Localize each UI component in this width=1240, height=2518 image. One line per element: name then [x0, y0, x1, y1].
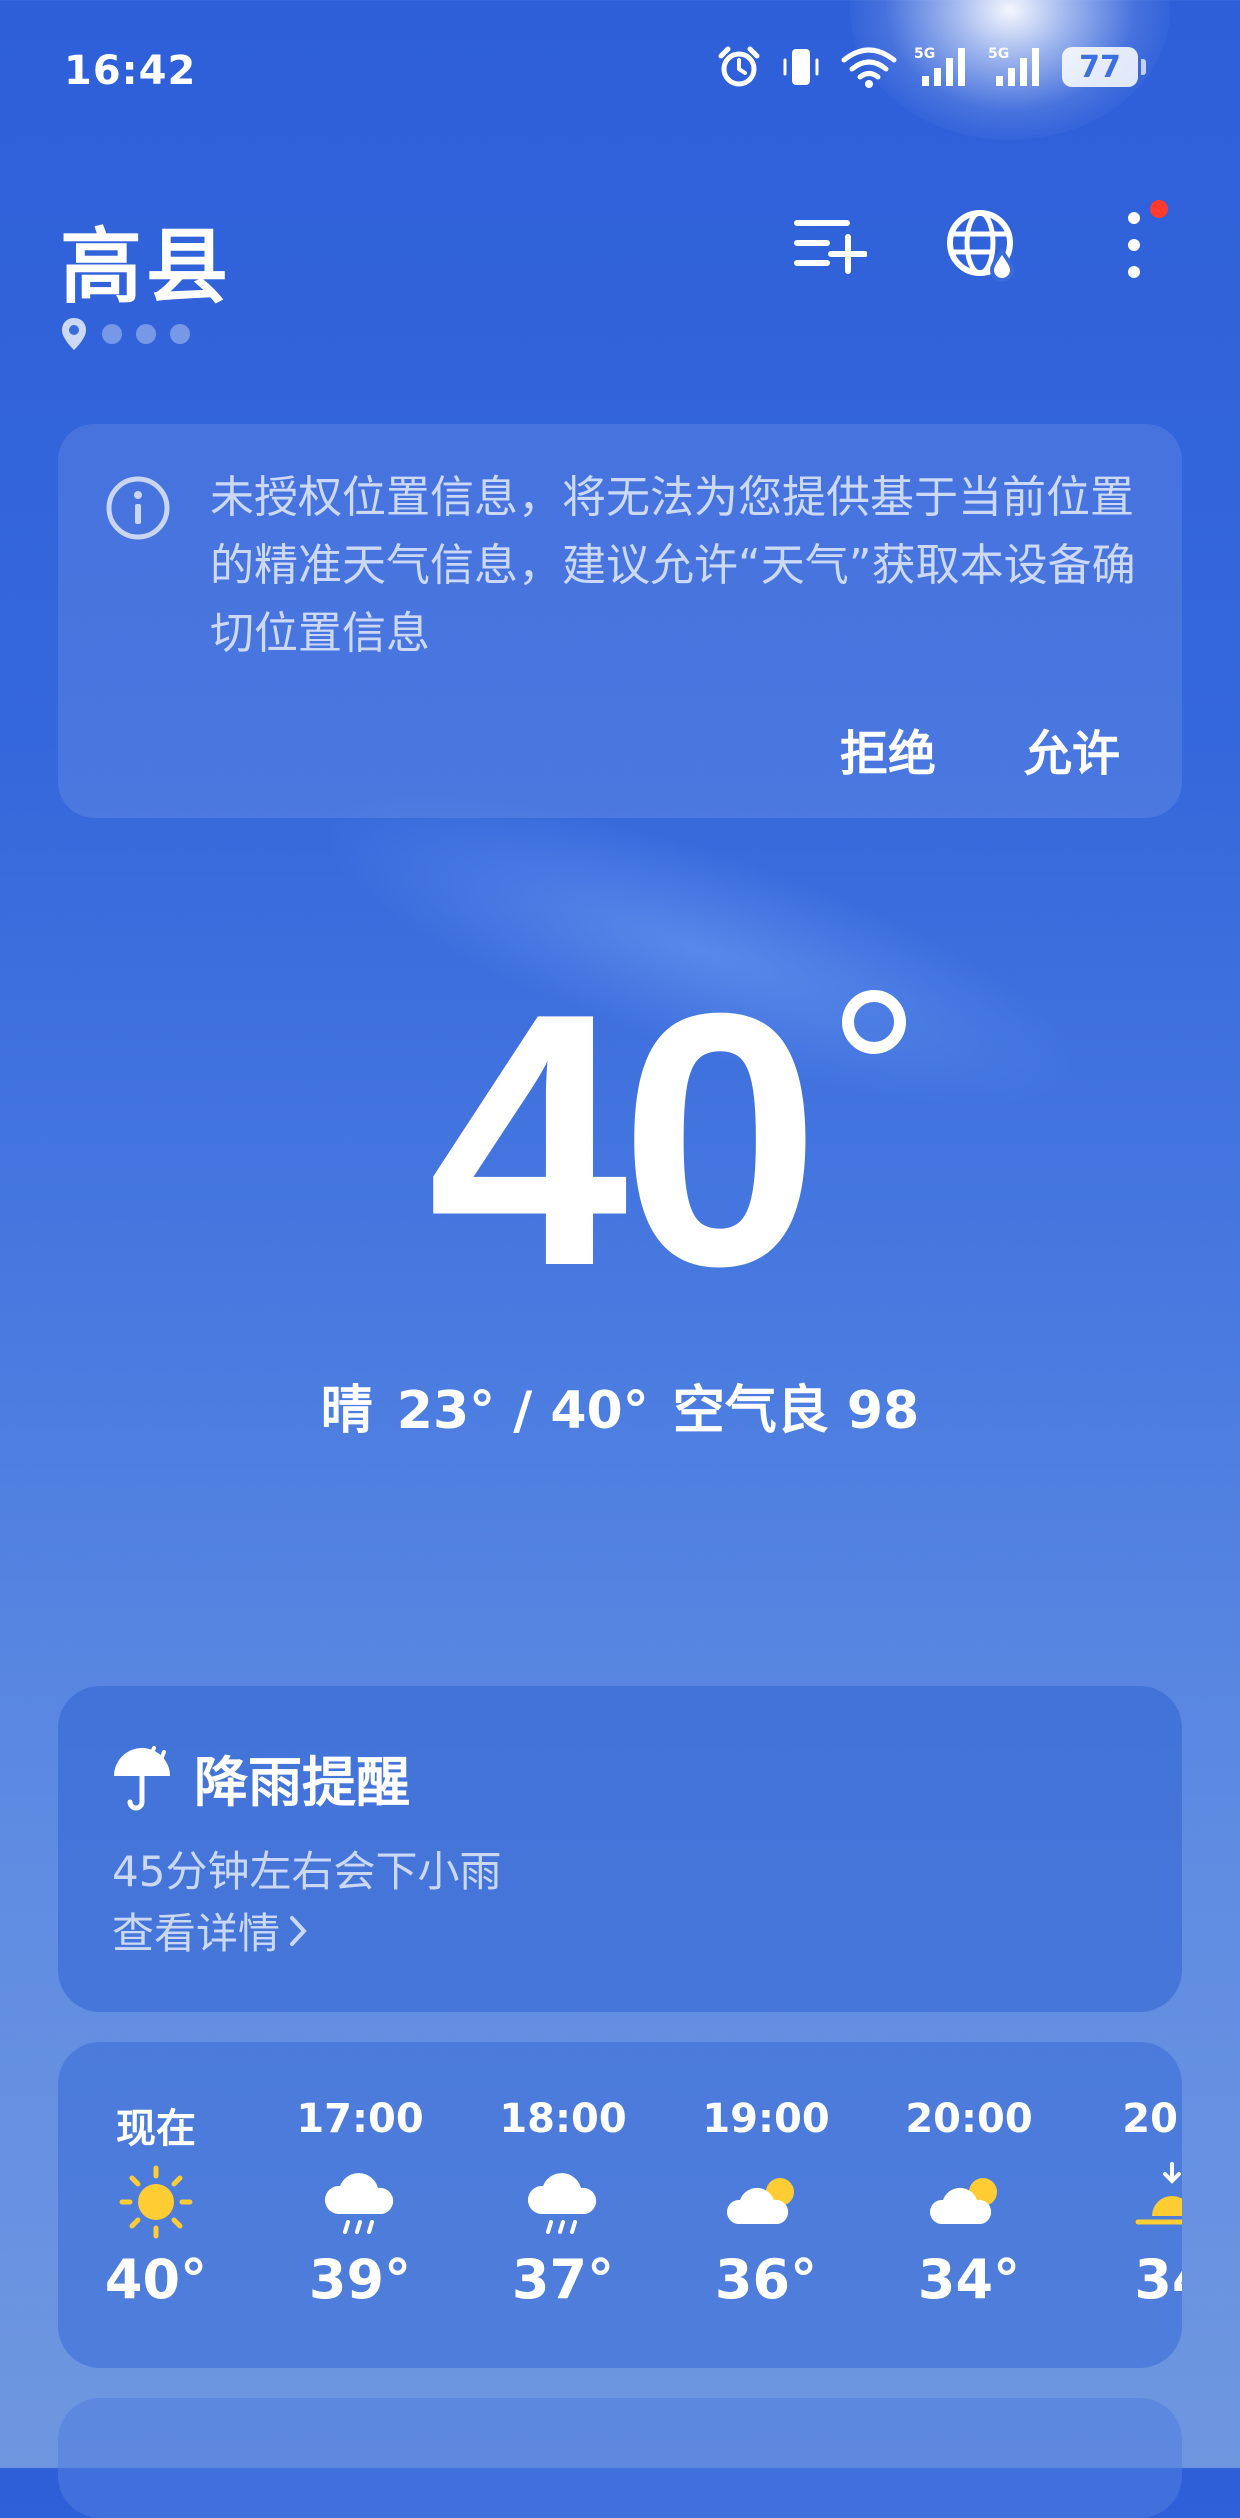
deny-button[interactable]: 拒绝: [840, 714, 936, 784]
view-details-label: 查看详情: [112, 1909, 281, 1958]
umbrella-icon: [114, 1745, 170, 1810]
list-add-icon: [794, 220, 867, 274]
hour-time: 现在: [116, 2106, 196, 2152]
sunset-icon: [1135, 2162, 1182, 2225]
header-actions: [790, 200, 1174, 290]
rain-alert-description: 45分钟左右会下小雨: [112, 1847, 502, 1896]
more-vertical-icon: [1128, 212, 1140, 278]
current-temperature: 40: [0, 960, 1240, 1320]
signal-5g-icon: 5G: [914, 46, 965, 86]
svg-text:5G: 5G: [914, 46, 935, 62]
hourly-forecast-card[interactable]: 现在 40° 17:00 39° 18:00 37° 19:00 36° 20:…: [58, 2042, 1182, 2368]
globe-rain-icon: [947, 210, 1015, 282]
chevron-right-icon: [290, 1915, 307, 1946]
next-card: [58, 2398, 1182, 2518]
weather-condition: 晴: [320, 1381, 373, 1441]
rain-cloud-icon: [324, 2173, 394, 2234]
hour-temp: 40°: [104, 2248, 208, 2311]
battery-indicator: 77: [1062, 47, 1146, 87]
notification-dot: [1150, 200, 1168, 218]
info-icon: [106, 476, 170, 540]
city-name[interactable]: 高县: [60, 200, 232, 319]
location-permission-card: 未授权位置信息，将无法为您提供基于当前位置的精准天气信息，建议允许“天气”获取本…: [58, 424, 1182, 818]
manage-cities-button[interactable]: [790, 200, 870, 290]
hour-temp: 39°: [308, 2248, 412, 2311]
alarm-icon: [718, 46, 760, 87]
page-dot: [102, 324, 122, 344]
status-time: 16:42: [64, 48, 197, 94]
hour-time: 20:0: [1122, 2096, 1182, 2142]
status-bar: 16:42 5G 5G 77: [0, 0, 1240, 140]
sun-icon: [119, 2165, 193, 2239]
hourly-item[interactable]: 现在 40°: [76, 2042, 236, 2368]
allow-button[interactable]: 允许: [1024, 714, 1120, 784]
temperature-value: 40: [427, 939, 820, 1341]
more-options-button[interactable]: [1094, 200, 1174, 290]
rain-alert-header: 降雨提醒: [110, 1738, 410, 1817]
hour-time: 17:00: [296, 2096, 424, 2142]
wifi-icon: [841, 47, 897, 88]
signal-5g-icon: 5G: [988, 46, 1039, 86]
view-details-link[interactable]: 查看详情: [112, 1900, 308, 1961]
hourly-item[interactable]: 18:00 37°: [483, 2042, 643, 2368]
hour-time: 19:00: [702, 2096, 830, 2142]
hour-temp: 37°: [511, 2248, 615, 2311]
vibrate-icon: [783, 49, 819, 85]
page-indicator: [60, 316, 190, 352]
degree-symbol: [842, 990, 906, 1054]
global-weather-button[interactable]: [942, 200, 1022, 290]
hourly-item[interactable]: 17:00 39°: [280, 2042, 440, 2368]
rain-alert-title: 降雨提醒: [194, 1751, 410, 1814]
hourly-item[interactable]: 20:0 34: [1092, 2042, 1182, 2368]
permission-actions: 拒绝 允许: [840, 714, 1120, 784]
hour-temp: 34°: [917, 2248, 1021, 2311]
hour-time: 18:00: [499, 2096, 627, 2142]
hour-time: 20:00: [905, 2096, 1033, 2142]
rain-alert-card[interactable]: 降雨提醒 45分钟左右会下小雨 查看详情: [58, 1686, 1182, 2012]
hour-temp: 34: [1134, 2248, 1182, 2311]
partly-cloudy-icon: [929, 2178, 997, 2224]
hourly-item[interactable]: 19:00 36°: [686, 2042, 846, 2368]
rain-cloud-icon: [527, 2173, 597, 2234]
air-quality: 空气良 98: [672, 1381, 920, 1441]
partly-cloudy-icon: [726, 2178, 794, 2224]
permission-message: 未授权位置信息，将无法为您提供基于当前位置的精准天气信息，建议允许“天气”获取本…: [210, 472, 1136, 659]
hour-temp: 36°: [714, 2248, 818, 2311]
weather-summary[interactable]: 晴 23° / 40° 空气良 98: [0, 1368, 1240, 1443]
location-pin-icon: [62, 318, 86, 350]
page-dot: [170, 324, 190, 344]
svg-text:5G: 5G: [988, 46, 1009, 62]
hourly-item[interactable]: 20:00 34°: [889, 2042, 1049, 2368]
temperature-range: 23° / 40°: [396, 1381, 649, 1441]
status-icons: 5G 5G 77: [716, 44, 1146, 90]
page-dot: [136, 324, 156, 344]
